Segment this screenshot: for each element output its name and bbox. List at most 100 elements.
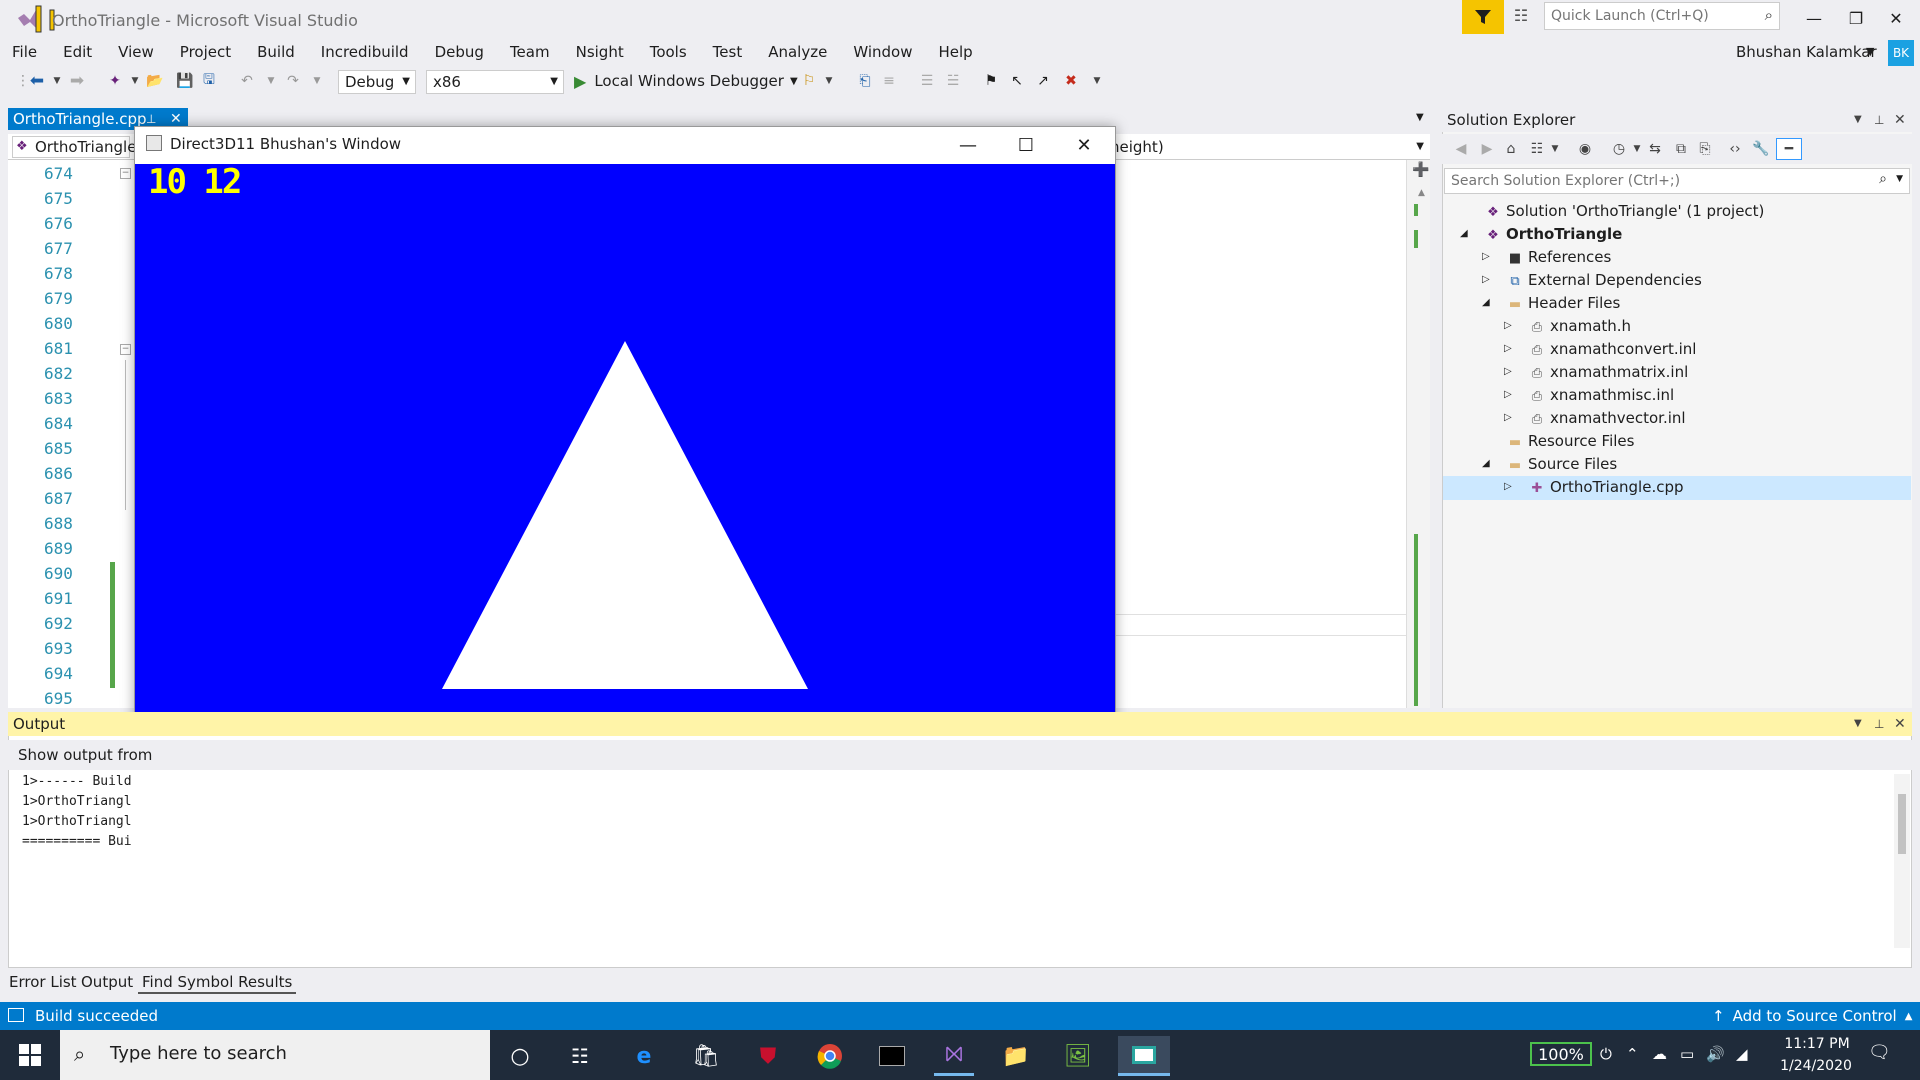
cortana-icon[interactable]: ○ <box>500 1036 540 1076</box>
chevron-down-icon[interactable]: ▼ <box>1416 112 1424 123</box>
switch-views-icon[interactable]: ☷ <box>1528 140 1546 158</box>
uncomment-icon[interactable]: ☱ <box>944 72 962 90</box>
menu-analyze[interactable]: Analyze <box>755 40 840 64</box>
menu-window[interactable]: Window <box>840 40 925 64</box>
bookmark-icon[interactable]: ⚑ <box>982 72 1000 90</box>
menu-incredibuild[interactable]: Incredibuild <box>308 40 422 64</box>
show-all-icon[interactable]: ◉ <box>1576 140 1594 158</box>
notifications-filter-button[interactable] <box>1462 0 1504 34</box>
collapsed-arrow-icon[interactable]: ▷ <box>1482 246 1496 268</box>
chevron-down-icon[interactable]: ▼ <box>1088 72 1106 90</box>
volume-icon[interactable]: 🔊 <box>1706 1045 1725 1063</box>
expanded-arrow-icon[interactable]: ◢ <box>1482 292 1496 314</box>
properties-icon[interactable]: 🔧 <box>1752 140 1770 158</box>
chevron-down-icon[interactable]: ▼ <box>126 72 144 90</box>
collapsed-arrow-icon[interactable]: ▷ <box>1504 384 1518 406</box>
collapsed-arrow-icon[interactable]: ▷ <box>1482 269 1496 291</box>
notification-center-icon[interactable]: 🗨 <box>1868 1042 1891 1063</box>
back-icon[interactable]: ⬅ <box>28 71 46 91</box>
tree-item[interactable]: ▷ ⎙ xnamathvector.inl <box>1504 407 1686 429</box>
step-icon[interactable]: ⎗ <box>856 72 874 90</box>
avatar[interactable]: BK <box>1888 40 1914 66</box>
sync-icon[interactable]: ⇆ <box>1646 140 1664 158</box>
next-bookmark-icon[interactable]: ↗ <box>1034 72 1052 90</box>
chrome-icon[interactable] <box>810 1036 850 1076</box>
chevron-down-icon[interactable]: ▼ <box>1546 140 1564 158</box>
configuration-dropdown[interactable]: Debug ▼ <box>338 70 416 94</box>
member-nav-dropdown[interactable]: height) ▼ <box>1110 136 1428 158</box>
file-explorer-icon[interactable]: 📁 <box>996 1036 1036 1076</box>
prev-bookmark-icon[interactable]: ↖ <box>1008 72 1026 90</box>
menu-edit[interactable]: Edit <box>50 40 105 64</box>
cloud-icon[interactable]: ☁ <box>1652 1045 1667 1063</box>
pin-icon[interactable]: ⊥ <box>1874 712 1884 736</box>
edge-icon[interactable]: e <box>624 1036 664 1076</box>
start-debugging-button[interactable]: ▶ Local Windows Debugger ▼ <box>574 69 798 93</box>
chevron-down-icon[interactable]: ▼ <box>262 72 280 90</box>
chevron-up-icon[interactable]: ⌃ <box>1626 1045 1639 1063</box>
direct3d-app-icon[interactable] <box>1118 1036 1170 1076</box>
tree-item[interactable]: ▷ ⎙ xnamathmatrix.inl <box>1504 361 1688 383</box>
chevron-down-icon[interactable]: ▼ <box>1854 108 1862 132</box>
image-editor-icon[interactable]: 🖼 <box>1058 1036 1098 1076</box>
editor-scrollbar[interactable] <box>1406 160 1430 708</box>
tab-error-list[interactable]: Error List <box>5 970 81 994</box>
chevron-down-icon[interactable]: ▼ <box>308 72 326 90</box>
collapsed-arrow-icon[interactable]: ▷ <box>1504 407 1518 429</box>
expanded-arrow-icon[interactable]: ◢ <box>1460 223 1474 245</box>
dx-minimize-button[interactable]: — <box>940 128 996 162</box>
scroll-thumb[interactable] <box>1898 794 1906 854</box>
collapse-toggle[interactable]: − <box>120 168 131 179</box>
menu-team[interactable]: Team <box>497 40 563 64</box>
menu-build[interactable]: Build <box>244 40 308 64</box>
home-icon[interactable]: ⌂ <box>1502 140 1520 158</box>
pending-changes-icon[interactable]: ◷ <box>1610 140 1628 158</box>
tree-item[interactable]: ▷ ■ References <box>1482 246 1611 268</box>
clock-time[interactable]: 11:17 PM <box>1782 1036 1852 1052</box>
pin-icon[interactable]: ⊥ <box>1874 108 1884 132</box>
menu-nsight[interactable]: Nsight <box>563 40 637 64</box>
project-nav-dropdown[interactable]: ❖ OrthoTriangle <box>12 136 136 158</box>
forward-icon[interactable]: ➡ <box>68 71 86 91</box>
output-scrollbar[interactable] <box>1894 774 1910 948</box>
restore-button[interactable]: ❐ <box>1836 4 1876 32</box>
dx-maximize-button[interactable]: ☐ <box>998 128 1054 162</box>
chevron-down-icon[interactable]: ▼ <box>1866 45 1874 58</box>
format-icon[interactable]: ≡ <box>880 72 898 90</box>
chevron-down-icon[interactable]: ▼ <box>1896 174 1903 184</box>
menu-view[interactable]: View <box>105 40 167 64</box>
tab-output[interactable]: Output <box>77 970 137 994</box>
chevron-down-icon[interactable]: ▼ <box>820 72 838 90</box>
quick-launch-input[interactable] <box>1545 3 1745 29</box>
tree-item[interactable]: ▷ ⧉ External Dependencies <box>1482 269 1702 291</box>
menu-tools[interactable]: Tools <box>637 40 700 64</box>
wifi-icon[interactable]: ◢ <box>1736 1045 1748 1063</box>
feedback-icon[interactable]: ☷ <box>1508 6 1534 28</box>
mcafee-icon[interactable]: ⛊ <box>748 1036 788 1076</box>
save-all-icon[interactable]: 🖫 <box>200 72 218 90</box>
open-folder-icon[interactable]: 📂 <box>146 72 164 90</box>
tab-find-symbol-results[interactable]: Find Symbol Results <box>138 970 297 994</box>
collapsed-arrow-icon[interactable]: ▷ <box>1504 338 1518 360</box>
taskbar-search[interactable]: ⌕ Type here to search <box>60 1030 490 1080</box>
solution-search-input[interactable] <box>1445 169 1855 193</box>
chevron-down-icon[interactable]: ▼ <box>1628 140 1646 158</box>
save-icon[interactable]: 💾 <box>176 72 194 90</box>
tree-item[interactable]: ▷ ⎙ xnamath.h <box>1504 315 1631 337</box>
tree-item[interactable]: ▷ ✚ OrthoTriangle.cpp <box>1504 476 1684 498</box>
find-icon[interactable]: ⚐ <box>800 72 818 90</box>
menu-test[interactable]: Test <box>700 40 756 64</box>
user-name[interactable]: Bhushan Kalamkar <box>1736 43 1877 61</box>
tree-item[interactable]: ◢ ▬ Header Files <box>1482 292 1620 314</box>
show-files-icon[interactable]: ⎘ <box>1696 140 1714 158</box>
tree-item[interactable]: ◢ ❖ OrthoTriangle <box>1460 223 1622 245</box>
tree-item[interactable]: ▷ ⎙ xnamathmisc.inl <box>1504 384 1674 406</box>
visual-studio-icon[interactable]: ⨝ <box>934 1036 974 1076</box>
close-icon[interactable]: ✕ <box>1894 108 1906 132</box>
menu-help[interactable]: Help <box>925 40 985 64</box>
store-icon[interactable]: 🛍 <box>686 1036 726 1076</box>
start-button[interactable] <box>0 1030 60 1080</box>
search-icon[interactable]: ⌕ <box>1765 6 1773 24</box>
undo-icon[interactable]: ↶ <box>238 72 256 90</box>
plug-icon[interactable]: ⏻ <box>1600 1045 1612 1063</box>
